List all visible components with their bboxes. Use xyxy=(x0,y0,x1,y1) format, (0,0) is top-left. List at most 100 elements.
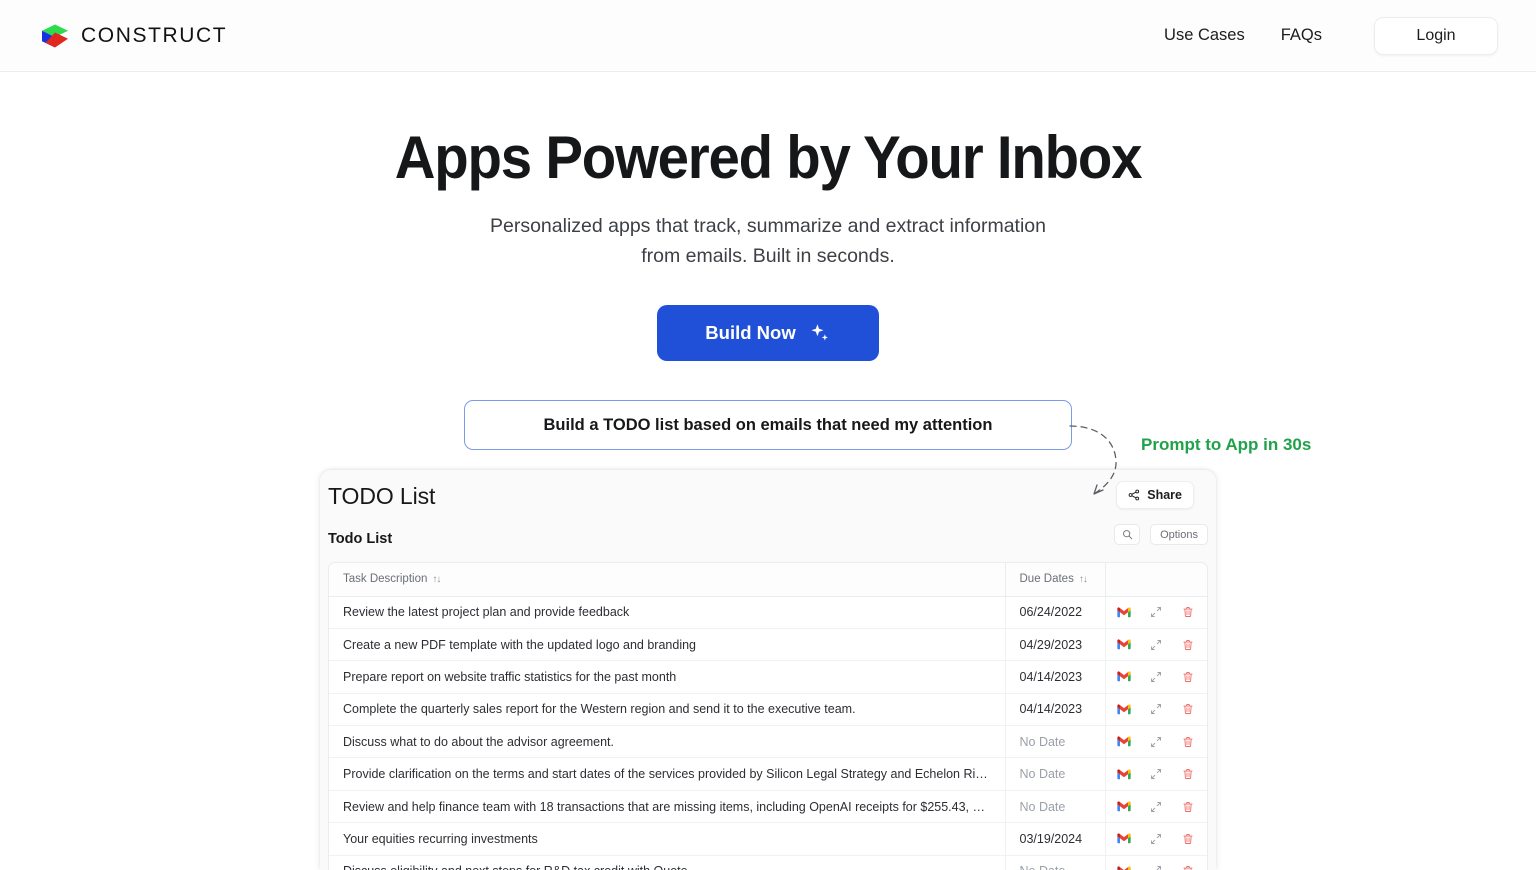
table-row[interactable]: Complete the quarterly sales report for … xyxy=(329,693,1207,727)
sparkle-icon xyxy=(811,324,828,341)
cell-row-actions xyxy=(1105,790,1207,824)
gmail-icon xyxy=(1117,801,1131,812)
gmail-icon xyxy=(1117,736,1131,747)
delete-row-button[interactable] xyxy=(1180,799,1196,815)
trash-icon xyxy=(1183,833,1193,844)
table-head: Task Description ↑↓ Due Dates ↑↓ xyxy=(329,563,1207,597)
cell-due-date: No Date xyxy=(1005,757,1106,791)
hero-section: Apps Powered by Your Inbox Personalized … xyxy=(0,72,1536,361)
expand-row-button[interactable] xyxy=(1148,734,1164,750)
trash-icon xyxy=(1183,801,1193,812)
column-label-task-description: Task Description xyxy=(343,573,428,586)
table-row[interactable]: Review and help finance team with 18 tra… xyxy=(329,790,1207,824)
prompt-input[interactable]: Build a TODO list based on emails that n… xyxy=(464,400,1072,450)
cell-task-description: Provide clarification on the terms and s… xyxy=(329,757,1006,791)
gmail-icon xyxy=(1117,704,1131,715)
cell-due-date: 03/19/2024 xyxy=(1005,822,1106,856)
expand-row-button[interactable] xyxy=(1148,863,1164,870)
open-in-gmail-button[interactable] xyxy=(1116,831,1132,847)
table-row[interactable]: Prepare report on website traffic statis… xyxy=(329,660,1207,694)
gmail-icon xyxy=(1117,866,1131,870)
table-row[interactable]: Provide clarification on the terms and s… xyxy=(329,757,1207,791)
table-row[interactable]: Your equities recurring investments 03/19… xyxy=(329,822,1207,856)
hero-subtitle: Personalized apps that track, summarize … xyxy=(0,211,1536,271)
share-nodes-icon xyxy=(1128,489,1140,501)
sort-updown-icon[interactable]: ↑↓ xyxy=(1079,574,1088,585)
cell-due-date: 04/14/2023 xyxy=(1005,693,1106,727)
table-row[interactable]: Review the latest project plan and provi… xyxy=(329,596,1207,629)
card-subbar: Todo List Options xyxy=(320,522,1216,556)
gmail-icon xyxy=(1117,671,1131,682)
cell-task-description: Prepare report on website traffic statis… xyxy=(329,660,1006,694)
expand-row-button[interactable] xyxy=(1148,799,1164,815)
expand-row-button[interactable] xyxy=(1148,637,1164,653)
expand-row-button[interactable] xyxy=(1148,831,1164,847)
cell-due-date: 04/29/2023 xyxy=(1005,628,1106,662)
cell-due-date: No Date xyxy=(1005,790,1106,824)
cell-task-description: Complete the quarterly sales report for … xyxy=(329,693,1006,727)
search-button[interactable] xyxy=(1114,524,1141,545)
expand-row-button[interactable] xyxy=(1148,604,1164,620)
open-in-gmail-button[interactable] xyxy=(1116,734,1132,750)
list-subtitle: Todo List xyxy=(328,531,393,547)
delete-row-button[interactable] xyxy=(1180,863,1196,870)
cell-due-date: 06/24/2022 xyxy=(1005,596,1106,629)
open-in-gmail-button[interactable] xyxy=(1116,637,1132,653)
open-in-gmail-button[interactable] xyxy=(1116,863,1132,870)
cta-wrap: Build Now xyxy=(0,305,1536,361)
expand-row-button[interactable] xyxy=(1148,669,1164,685)
annotation-label: Prompt to App in 30s xyxy=(1141,435,1312,454)
table-row[interactable]: Create a new PDF template with the updat… xyxy=(329,628,1207,662)
options-button[interactable]: Options xyxy=(1150,524,1208,545)
cell-task-description: Your equities recurring investments xyxy=(329,822,1006,856)
cell-row-actions xyxy=(1105,596,1207,629)
expand-arrows-icon xyxy=(1151,736,1162,747)
delete-row-button[interactable] xyxy=(1180,637,1196,653)
cell-task-description: Review and help finance team with 18 tra… xyxy=(329,790,1006,824)
open-in-gmail-button[interactable] xyxy=(1116,604,1132,620)
table-body: Review the latest project plan and provi… xyxy=(329,596,1207,870)
construct-cube-logo-icon xyxy=(42,24,68,47)
cell-due-date: 04/14/2023 xyxy=(1005,660,1106,694)
build-now-button[interactable]: Build Now xyxy=(657,305,879,361)
brand-logo[interactable]: CONSTRUCT xyxy=(40,21,227,51)
gmail-icon xyxy=(1117,769,1131,779)
delete-row-button[interactable] xyxy=(1180,604,1196,620)
nav-link-use-cases[interactable]: Use Cases xyxy=(1146,18,1263,53)
cell-row-actions xyxy=(1105,628,1207,662)
open-in-gmail-button[interactable] xyxy=(1116,799,1132,815)
column-header-due-dates[interactable]: Due Dates ↑↓ xyxy=(1005,563,1106,597)
cell-row-actions xyxy=(1105,822,1207,856)
column-header-task-description[interactable]: Task Description ↑↓ xyxy=(329,563,1006,597)
nav-link-faqs[interactable]: FAQs xyxy=(1263,18,1340,53)
cell-task-description: Create a new PDF template with the updat… xyxy=(329,628,1006,662)
gmail-icon xyxy=(1117,607,1131,617)
cell-row-actions xyxy=(1105,660,1207,694)
expand-row-button[interactable] xyxy=(1148,766,1164,782)
delete-row-button[interactable] xyxy=(1180,701,1196,717)
sort-updown-icon[interactable]: ↑↓ xyxy=(432,574,441,585)
build-now-label: Build Now xyxy=(705,322,796,343)
delete-row-button[interactable] xyxy=(1180,734,1196,750)
expand-arrows-icon xyxy=(1156,866,1162,870)
open-in-gmail-button[interactable] xyxy=(1116,701,1132,717)
trash-icon xyxy=(1183,672,1193,682)
cell-due-date: No Date xyxy=(1005,855,1106,870)
delete-row-button[interactable] xyxy=(1180,766,1196,782)
open-in-gmail-button[interactable] xyxy=(1116,669,1132,685)
table-row[interactable]: Discuss what to do about the advisor agr… xyxy=(329,725,1207,759)
table-row[interactable]: Discuss eligibility and next steps for R… xyxy=(329,855,1207,870)
share-button[interactable]: Share xyxy=(1116,481,1194,509)
cell-row-actions xyxy=(1105,725,1207,759)
delete-row-button[interactable] xyxy=(1180,669,1196,685)
column-label-due-dates: Due Dates xyxy=(1019,573,1074,586)
login-button[interactable]: Login xyxy=(1374,16,1498,55)
card-titlebar: TODO List Share xyxy=(320,470,1216,522)
open-in-gmail-button[interactable] xyxy=(1116,766,1132,782)
gmail-icon xyxy=(1117,639,1131,650)
cell-task-description: Review the latest project plan and provi… xyxy=(329,596,1006,629)
delete-row-button[interactable] xyxy=(1180,831,1196,847)
cell-row-actions xyxy=(1105,855,1207,870)
expand-row-button[interactable] xyxy=(1148,701,1164,717)
expand-arrows-icon xyxy=(1151,769,1162,780)
